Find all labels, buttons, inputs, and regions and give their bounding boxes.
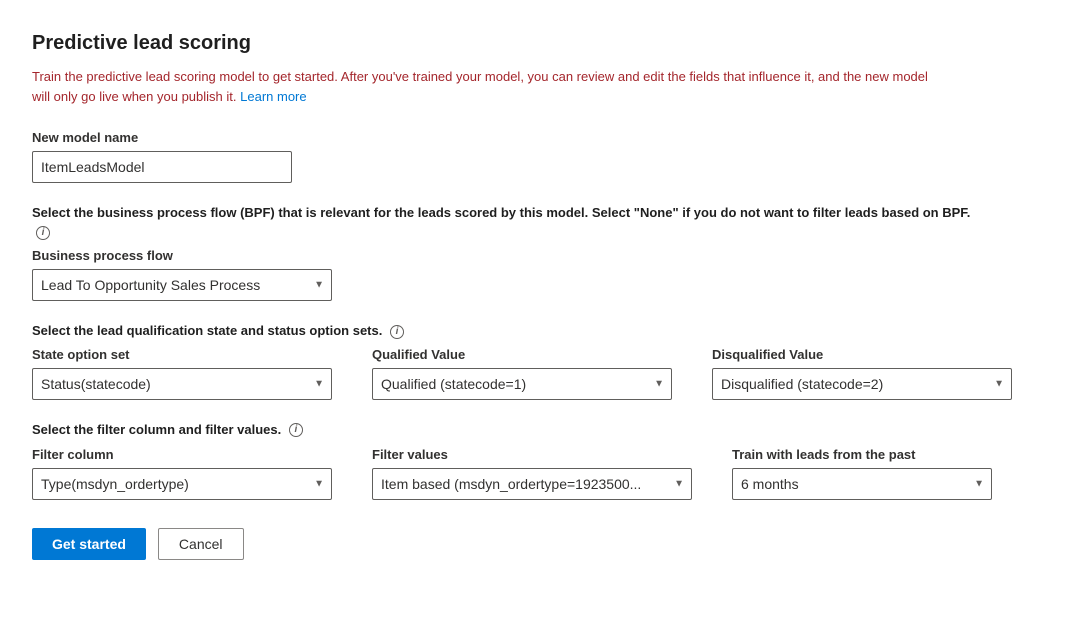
qualification-section: Select the lead qualification state and … (32, 321, 1037, 400)
qualified-select[interactable]: Qualified (statecode=1) Disqualified (st… (372, 368, 672, 400)
qualified-col: Qualified Value Qualified (statecode=1) … (372, 347, 672, 400)
filter-column-label: Filter column (32, 447, 332, 462)
state-col: State option set Status(statecode) Statu… (32, 347, 332, 400)
state-select[interactable]: Status(statecode) Status Reason(statusco… (32, 368, 332, 400)
qualified-label: Qualified Value (372, 347, 672, 362)
qualification-info-text: Select the lead qualification state and … (32, 321, 992, 341)
filter-column-col: Filter column Type(msdyn_ordertype) ▼ (32, 447, 332, 500)
page-title: Predictive lead scoring (32, 32, 1037, 55)
disqualified-col: Disqualified Value Disqualified (stateco… (712, 347, 1012, 400)
train-label: Train with leads from the past (732, 447, 992, 462)
bpf-info-icon[interactable]: i (36, 226, 50, 240)
filter-info-icon[interactable]: i (289, 423, 303, 437)
bpf-select[interactable]: Lead To Opportunity Sales Process None (32, 269, 332, 301)
description-text: Train the predictive lead scoring model … (32, 67, 932, 106)
bpf-field-group: Business process flow Lead To Opportunit… (32, 248, 1037, 301)
filter-row: Filter column Type(msdyn_ordertype) ▼ Fi… (32, 447, 1037, 500)
description-body: Train the predictive lead scoring model … (32, 69, 928, 104)
model-name-label: New model name (32, 130, 1037, 145)
qualified-select-wrapper: Qualified (statecode=1) Disqualified (st… (372, 368, 672, 400)
state-select-wrapper: Status(statecode) Status Reason(statusco… (32, 368, 332, 400)
filter-info-text: Select the filter column and filter valu… (32, 420, 992, 440)
filter-values-select-wrapper: Item based (msdyn_ordertype=1923500... ▼ (372, 468, 692, 500)
state-label: State option set (32, 347, 332, 362)
disqualified-label: Disqualified Value (712, 347, 1012, 362)
filter-values-col: Filter values Item based (msdyn_ordertyp… (372, 447, 692, 500)
train-select-wrapper: 6 months 3 months 12 months 24 months ▼ (732, 468, 992, 500)
filter-column-select-wrapper: Type(msdyn_ordertype) ▼ (32, 468, 332, 500)
disqualified-select-wrapper: Disqualified (statecode=2) Qualified (st… (712, 368, 1012, 400)
buttons-row: Get started Cancel (32, 528, 1037, 560)
filter-column-select[interactable]: Type(msdyn_ordertype) (32, 468, 332, 500)
filter-section: Select the filter column and filter valu… (32, 420, 1037, 501)
bpf-info-text: Select the business process flow (BPF) t… (32, 203, 992, 242)
qualification-info-icon[interactable]: i (390, 325, 404, 339)
qualification-row: State option set Status(statecode) Statu… (32, 347, 1037, 400)
bpf-select-wrapper: Lead To Opportunity Sales Process None ▼ (32, 269, 332, 301)
bpf-section: Select the business process flow (BPF) t… (32, 203, 1037, 301)
learn-more-link[interactable]: Learn more (240, 89, 306, 104)
page-container: Predictive lead scoring Train the predic… (0, 0, 1077, 622)
cancel-button[interactable]: Cancel (158, 528, 244, 560)
model-name-group: New model name (32, 130, 1037, 183)
disqualified-select[interactable]: Disqualified (statecode=2) Qualified (st… (712, 368, 1012, 400)
filter-values-select[interactable]: Item based (msdyn_ordertype=1923500... (372, 468, 692, 500)
bpf-label: Business process flow (32, 248, 1037, 263)
filter-values-label: Filter values (372, 447, 692, 462)
train-col: Train with leads from the past 6 months … (732, 447, 992, 500)
train-select[interactable]: 6 months 3 months 12 months 24 months (732, 468, 992, 500)
get-started-button[interactable]: Get started (32, 528, 146, 560)
model-name-input[interactable] (32, 151, 292, 183)
